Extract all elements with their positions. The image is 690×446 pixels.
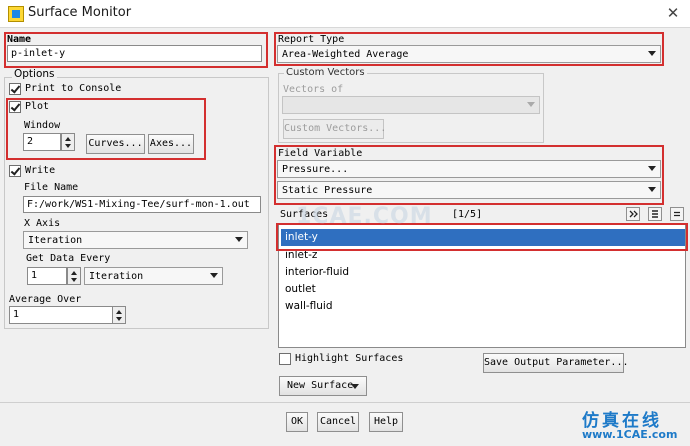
window-field[interactable]: 2 bbox=[23, 133, 61, 151]
chevron-down-icon bbox=[210, 273, 218, 278]
file-name-label: File Name bbox=[24, 182, 79, 193]
select-all-icon[interactable] bbox=[626, 207, 640, 221]
surfaces-count: [1/5] bbox=[452, 209, 483, 220]
chevron-down-icon bbox=[351, 384, 359, 389]
print-to-console-label: Print to Console bbox=[25, 83, 122, 94]
chevron-down-icon bbox=[648, 51, 656, 56]
x-axis-dropdown[interactable]: Iteration bbox=[23, 231, 248, 249]
field-variable-value: Static Pressure bbox=[282, 185, 373, 196]
report-type-dropdown[interactable]: Area-Weighted Average bbox=[277, 45, 661, 63]
options-label: Options bbox=[12, 68, 57, 80]
get-data-every-spinner[interactable] bbox=[67, 267, 81, 285]
get-data-every-field[interactable]: 1 bbox=[27, 267, 67, 285]
file-name-field[interactable]: F:/work/WS1-Mixing-Tee/surf-mon-1.out bbox=[23, 196, 261, 213]
report-type-label: Report Type bbox=[278, 34, 345, 45]
ok-button[interactable]: OK bbox=[286, 412, 308, 432]
app-icon bbox=[8, 6, 24, 22]
new-surface-label: New Surface bbox=[287, 380, 354, 391]
name-label: Name bbox=[7, 34, 32, 45]
get-data-every-unit-value: Iteration bbox=[89, 271, 144, 282]
field-variable-category-dropdown[interactable]: Pressure... bbox=[277, 160, 661, 178]
write-label: Write bbox=[25, 165, 56, 176]
chevron-down-icon bbox=[235, 237, 243, 242]
help-button[interactable]: Help bbox=[369, 412, 403, 432]
custom-vectors-button[interactable]: Custom Vectors... bbox=[283, 119, 386, 139]
write-checkbox[interactable] bbox=[9, 165, 21, 177]
average-over-field[interactable]: 1 bbox=[9, 306, 113, 324]
surface-item-wall-fluid[interactable]: wall-fluid bbox=[281, 298, 685, 315]
average-over-spinner[interactable] bbox=[112, 306, 126, 324]
get-data-every-unit-dropdown[interactable]: Iteration bbox=[84, 267, 223, 285]
center-watermark: 1CAE.COM bbox=[296, 204, 433, 229]
average-over-label: Average Over bbox=[9, 294, 82, 305]
vectors-of-label: Vectors of bbox=[283, 84, 344, 95]
field-variable-dropdown[interactable]: Static Pressure bbox=[277, 181, 661, 199]
field-variable-category-value: Pressure... bbox=[282, 164, 349, 175]
close-button[interactable]: ✕ bbox=[660, 2, 686, 24]
save-output-parameter-button[interactable]: Save Output Parameter... bbox=[483, 353, 629, 373]
x-axis-value: Iteration bbox=[28, 235, 83, 246]
cancel-button[interactable]: Cancel bbox=[317, 412, 359, 432]
vectors-of-dropdown[interactable] bbox=[282, 96, 540, 114]
list-view-icon[interactable] bbox=[648, 207, 662, 221]
highlight-surfaces-label: Highlight Surfaces bbox=[295, 353, 404, 364]
get-data-every-label: Get Data Every bbox=[26, 253, 111, 264]
window-label: Window bbox=[24, 120, 61, 131]
axes-button[interactable]: Axes... bbox=[148, 134, 194, 154]
plot-checkbox[interactable] bbox=[9, 101, 21, 113]
chevron-down-icon bbox=[648, 166, 656, 171]
x-axis-label: X Axis bbox=[24, 218, 61, 229]
highlight-surfaces-checkbox[interactable] bbox=[279, 353, 291, 365]
report-type-value: Area-Weighted Average bbox=[282, 49, 409, 60]
new-surface-button[interactable]: New Surface bbox=[279, 376, 367, 396]
field-variable-label: Field Variable bbox=[278, 148, 363, 159]
deselect-all-icon[interactable] bbox=[670, 207, 684, 221]
window-title: Surface Monitor bbox=[28, 5, 132, 20]
surface-item-interior-fluid[interactable]: interior-fluid bbox=[281, 264, 685, 281]
custom-vectors-label: Custom Vectors bbox=[284, 67, 367, 78]
curves-button[interactable]: Curves... bbox=[86, 134, 145, 154]
name-field[interactable]: p-inlet-y bbox=[7, 45, 262, 62]
window-spinner[interactable] bbox=[61, 133, 75, 151]
chevron-down-icon bbox=[648, 187, 656, 192]
chevron-down-icon bbox=[527, 102, 535, 107]
plot-label: Plot bbox=[25, 101, 50, 112]
surface-item-outlet[interactable]: outlet bbox=[281, 281, 685, 298]
corner-watermark-url: www.1CAE.com bbox=[582, 428, 678, 441]
footer-divider bbox=[0, 402, 690, 403]
print-to-console-checkbox[interactable] bbox=[9, 83, 21, 95]
